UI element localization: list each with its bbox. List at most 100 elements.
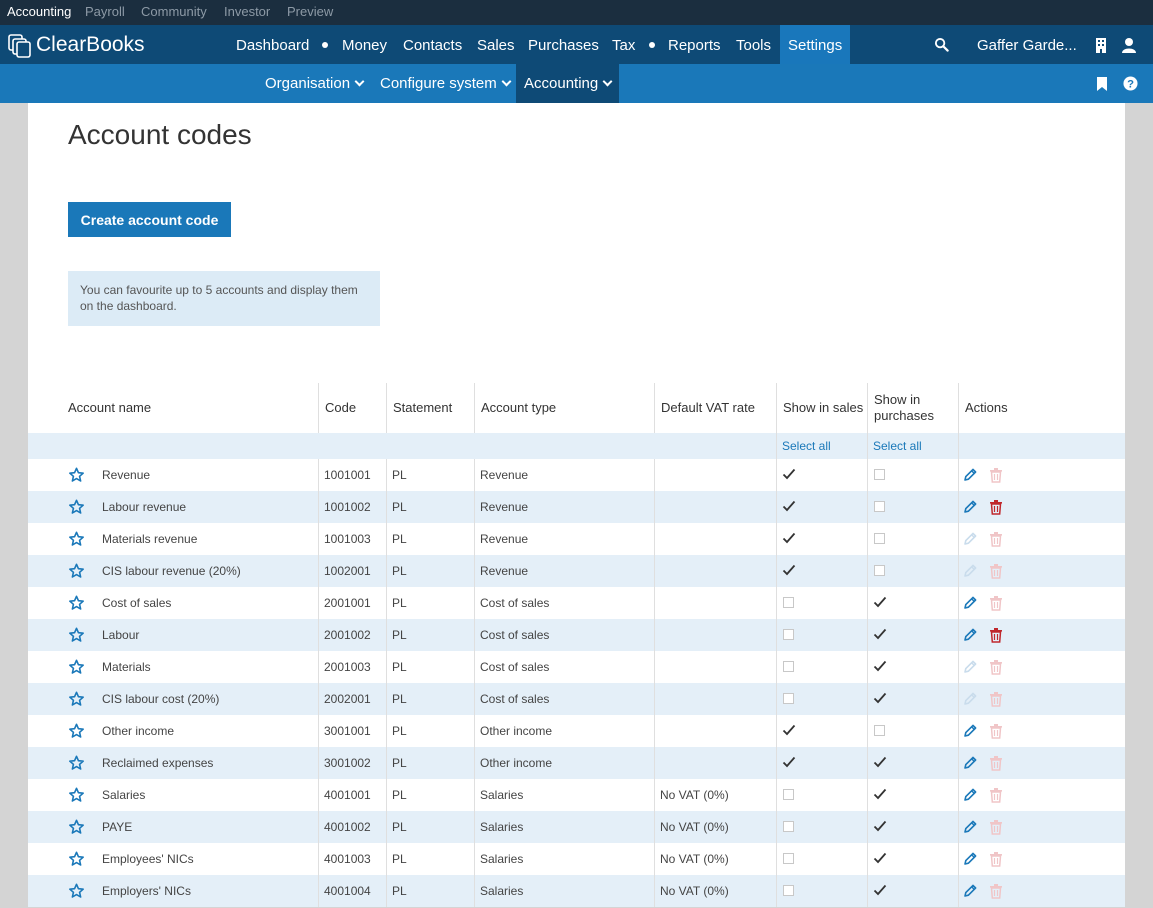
nav-sales[interactable]: Sales	[477, 25, 515, 64]
user-icon[interactable]	[1121, 37, 1137, 53]
nav-settings[interactable]: Settings	[780, 25, 851, 64]
favourite-star-icon[interactable]	[68, 563, 85, 579]
product-investor[interactable]: Investor	[224, 0, 270, 25]
column-divider	[958, 779, 959, 811]
favourite-star-icon[interactable]	[68, 755, 85, 771]
edit-pencil-icon[interactable]	[962, 723, 978, 739]
select-all-purchases-link[interactable]: Select all	[873, 433, 922, 459]
account-name-link[interactable]: Cost of sales	[102, 587, 171, 619]
account-name-link[interactable]: Materials revenue	[102, 523, 197, 555]
checkbox-unchecked[interactable]	[783, 693, 794, 704]
edit-pencil-icon[interactable]	[962, 467, 978, 483]
favourite-star-icon[interactable]	[68, 627, 85, 643]
checkbox-checked[interactable]	[782, 563, 796, 577]
account-type: Other income	[480, 724, 553, 738]
edit-pencil-icon[interactable]	[962, 851, 978, 867]
checkbox-checked[interactable]	[873, 659, 887, 673]
delete-trash-icon[interactable]	[988, 627, 1004, 643]
checkbox-unchecked[interactable]	[874, 533, 885, 544]
edit-pencil-icon[interactable]	[962, 883, 978, 899]
checkbox-checked[interactable]	[873, 787, 887, 801]
help-icon[interactable]: ?	[1123, 76, 1138, 91]
column-divider	[958, 843, 959, 875]
nav-dashboard[interactable]: Dashboard	[236, 25, 309, 64]
subnav-accounting[interactable]: Accounting	[516, 64, 620, 103]
subnav-configure-system[interactable]: Configure system	[380, 64, 512, 103]
account-name-link[interactable]: Employers' NICs	[102, 875, 191, 907]
search-icon[interactable]	[934, 37, 949, 52]
nav-money[interactable]: Money	[342, 25, 387, 64]
checkbox-unchecked[interactable]	[783, 853, 794, 864]
checkbox-checked[interactable]	[782, 467, 796, 481]
product-preview[interactable]: Preview	[287, 0, 333, 25]
building-icon[interactable]	[1094, 37, 1108, 53]
checkbox-unchecked[interactable]	[783, 661, 794, 672]
checkbox-checked[interactable]	[873, 883, 887, 897]
checkbox-unchecked[interactable]	[874, 501, 885, 512]
favourite-star-icon[interactable]	[68, 691, 85, 707]
favourite-star-icon[interactable]	[68, 467, 85, 483]
account-name-link[interactable]: Labour	[102, 619, 139, 651]
checkbox-unchecked[interactable]	[874, 469, 885, 480]
nav-purchases[interactable]: Purchases	[528, 25, 599, 64]
checkbox-unchecked[interactable]	[874, 725, 885, 736]
favourite-star-icon[interactable]	[68, 883, 85, 899]
edit-pencil-icon[interactable]	[962, 499, 978, 515]
account-name-link[interactable]: Other income	[102, 715, 174, 747]
account-name-link[interactable]: Reclaimed expenses	[102, 747, 213, 779]
subnav-organisation[interactable]: Organisation	[265, 64, 365, 103]
favourite-star-icon[interactable]	[68, 499, 85, 515]
checkbox-unchecked[interactable]	[783, 789, 794, 800]
company-switcher[interactable]: Gaffer Garde...	[977, 25, 1077, 64]
account-code: 3001002	[324, 756, 371, 770]
account-name-link[interactable]: Labour revenue	[102, 491, 186, 523]
account-name-link[interactable]: Materials	[102, 651, 151, 683]
favourite-star-icon[interactable]	[68, 531, 85, 547]
checkbox-unchecked[interactable]	[783, 821, 794, 832]
edit-pencil-icon[interactable]	[962, 595, 978, 611]
checkbox-checked[interactable]	[873, 691, 887, 705]
checkbox-checked[interactable]	[873, 595, 887, 609]
product-community[interactable]: Community	[141, 0, 207, 25]
checkbox-unchecked[interactable]	[783, 629, 794, 640]
checkbox-checked[interactable]	[873, 627, 887, 641]
select-all-sales-link[interactable]: Select all	[782, 433, 831, 459]
checkbox-unchecked[interactable]	[783, 885, 794, 896]
checkbox-checked[interactable]	[873, 755, 887, 769]
account-name-link[interactable]: CIS labour revenue (20%)	[102, 555, 241, 587]
bookmark-icon[interactable]	[1096, 77, 1108, 91]
product-accounting[interactable]: Accounting	[7, 0, 71, 25]
account-name-link[interactable]: PAYE	[102, 811, 132, 843]
checkbox-checked[interactable]	[782, 755, 796, 769]
checkbox-checked[interactable]	[873, 851, 887, 865]
checkbox-checked[interactable]	[782, 723, 796, 737]
nav-tools[interactable]: Tools	[736, 25, 771, 64]
favourite-star-icon[interactable]	[68, 595, 85, 611]
nav-reports[interactable]: Reports	[668, 25, 721, 64]
edit-pencil-icon[interactable]	[962, 755, 978, 771]
account-name-link[interactable]: Revenue	[102, 459, 150, 491]
account-name-link[interactable]: Employees' NICs	[102, 843, 194, 875]
checkbox-checked[interactable]	[782, 531, 796, 545]
create-account-code-button[interactable]: Create account code	[68, 202, 231, 237]
column-divider	[867, 555, 868, 587]
nav-contacts[interactable]: Contacts	[403, 25, 462, 64]
favourite-star-icon[interactable]	[68, 819, 85, 835]
table-row: Labour 2001002 PL Cost of sales	[28, 619, 1125, 651]
favourite-star-icon[interactable]	[68, 851, 85, 867]
checkbox-unchecked[interactable]	[783, 597, 794, 608]
product-payroll[interactable]: Payroll	[85, 0, 125, 25]
edit-pencil-icon[interactable]	[962, 627, 978, 643]
edit-pencil-icon[interactable]	[962, 819, 978, 835]
delete-trash-icon[interactable]	[988, 499, 1004, 515]
favourite-star-icon[interactable]	[68, 659, 85, 675]
nav-tax[interactable]: Tax	[612, 25, 635, 64]
favourite-star-icon[interactable]	[68, 787, 85, 803]
account-name-link[interactable]: CIS labour cost (20%)	[102, 683, 219, 715]
checkbox-checked[interactable]	[873, 819, 887, 833]
checkbox-checked[interactable]	[782, 499, 796, 513]
edit-pencil-icon[interactable]	[962, 787, 978, 803]
favourite-star-icon[interactable]	[68, 723, 85, 739]
checkbox-unchecked[interactable]	[874, 565, 885, 576]
account-name-link[interactable]: Salaries	[102, 779, 145, 811]
